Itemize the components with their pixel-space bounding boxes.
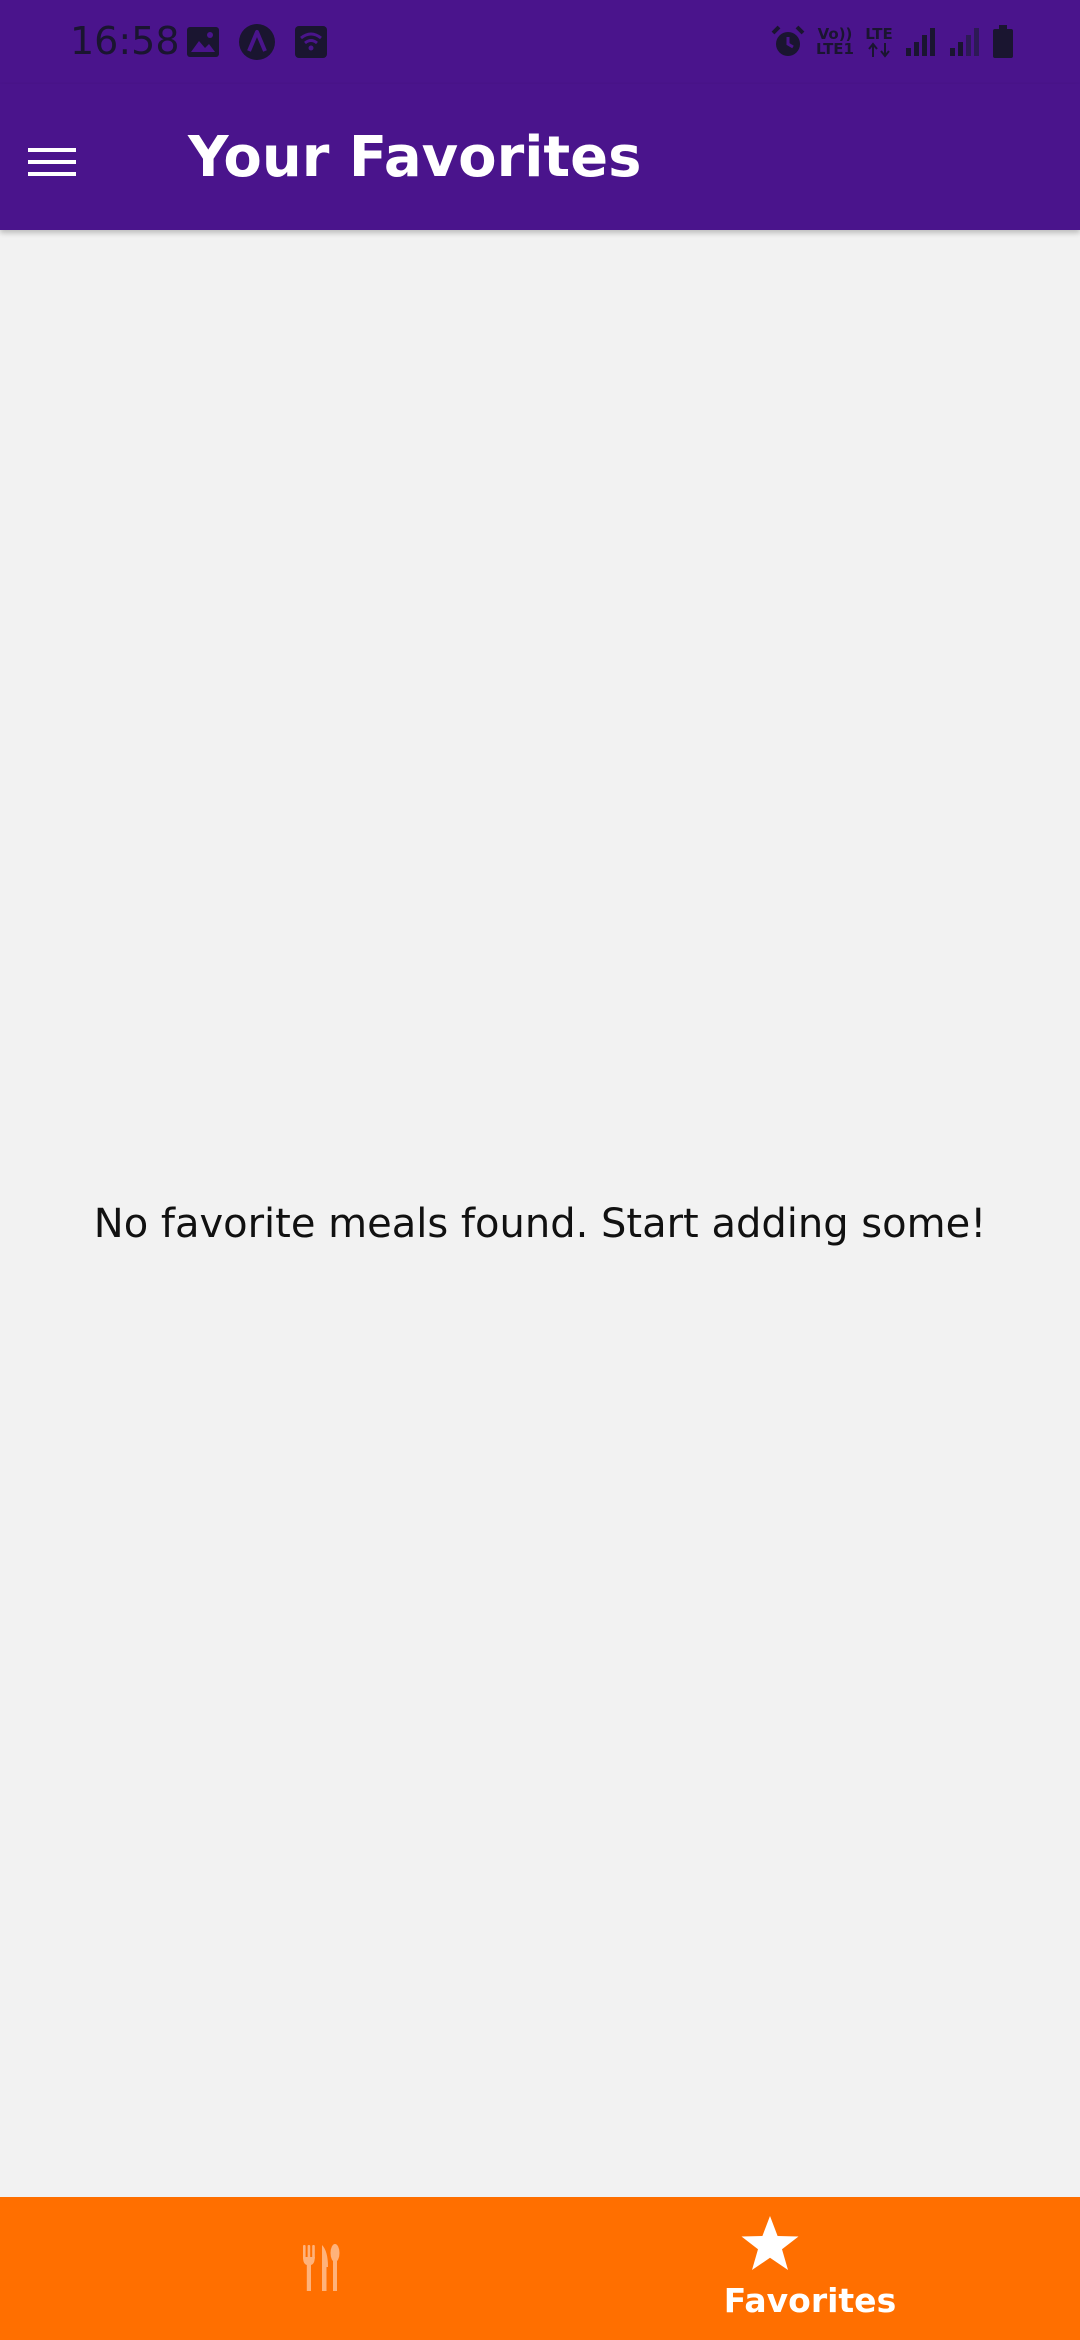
gallery-icon [187,27,219,57]
app-bar: Your Favorites [0,84,1080,230]
star-icon [741,2216,799,2270]
status-time: 16:58 [70,19,180,63]
tab-favorites[interactable]: Favorites [540,2197,1080,2340]
volte-icon: Vo)) LTE1 [816,25,854,58]
signal-icon [906,28,935,56]
status-right-icons: Vo)) LTE1 LTE [770,20,1014,64]
favorites-content: No favorite meals found. Start adding so… [0,230,1080,2197]
page-title: Your Favorites [188,125,642,190]
alarm-icon [771,25,805,56]
status-left-icons [186,22,328,62]
menu-button[interactable] [16,126,88,198]
tab-favorites-label: Favorites [723,2281,897,2320]
data-arrows-icon [868,41,890,58]
bottom-tab-bar: Favorites [0,2197,1080,2340]
restaurant-icon [303,2244,340,2291]
lte-icon: LTE [864,26,894,58]
tab-meals[interactable] [0,2197,540,2340]
signal-icon-2 [950,28,979,56]
status-bar: 16:58 Vo)) LTE1 LTE [0,0,1080,84]
app-a-icon [239,24,275,60]
battery-icon [993,25,1013,58]
hamburger-menu-icon [28,148,76,176]
empty-state-message: No favorite meals found. Start adding so… [93,1200,987,1247]
screen: 16:58 Vo)) LTE1 LTE Your Favorites No fa… [0,0,1080,2340]
wifi-calling-icon [295,26,327,58]
